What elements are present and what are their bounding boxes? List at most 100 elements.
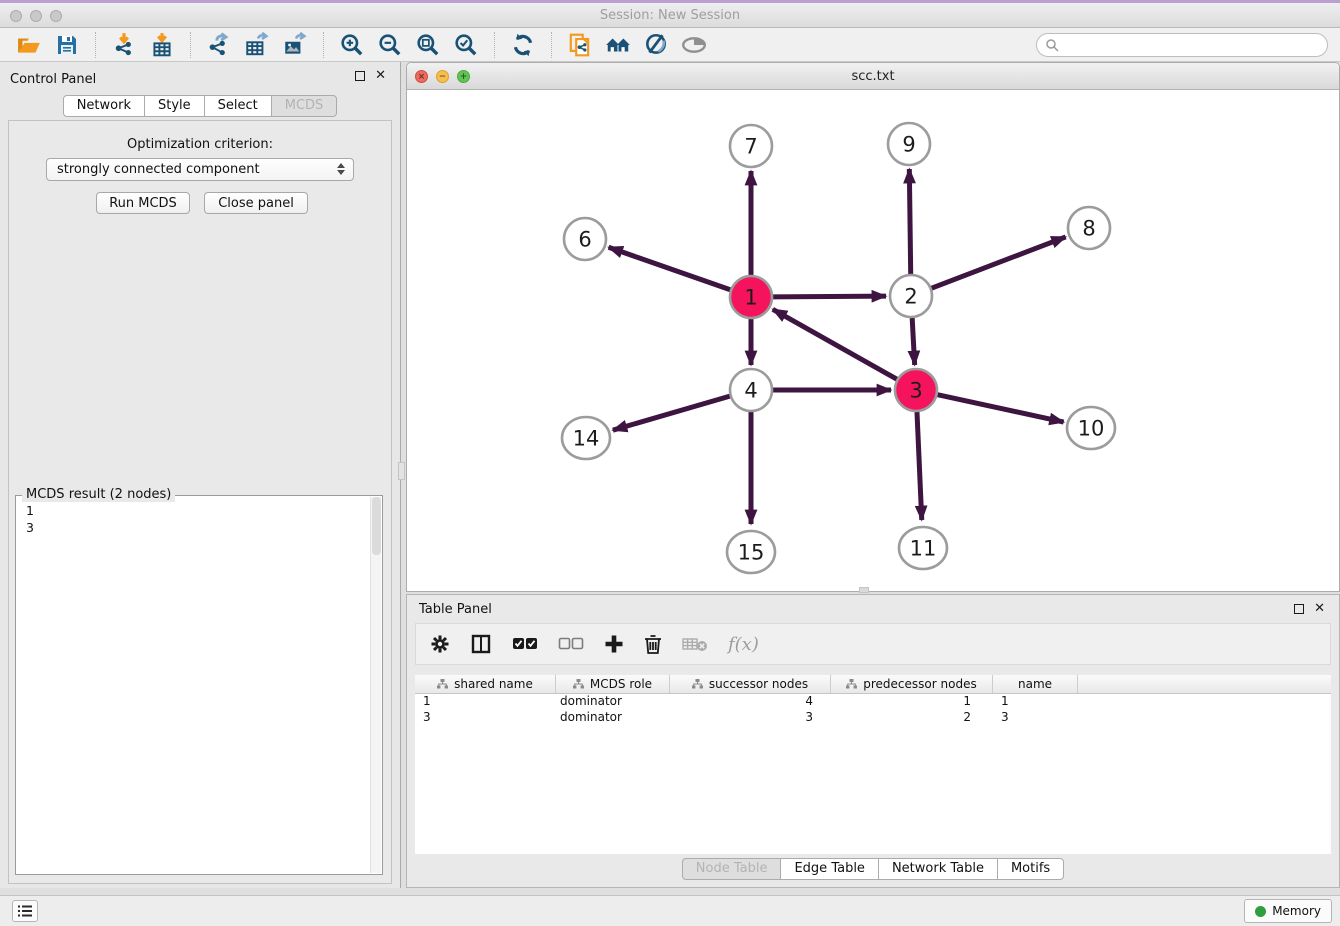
network-minimize-icon[interactable]: − bbox=[436, 70, 449, 83]
network-maximize-icon[interactable]: + bbox=[457, 70, 470, 83]
tab-motifs[interactable]: Motifs bbox=[997, 858, 1064, 880]
export-image-icon[interactable] bbox=[280, 31, 310, 59]
search-input[interactable] bbox=[1036, 33, 1328, 57]
edge-3-to-1[interactable] bbox=[773, 309, 897, 379]
float-panel-icon[interactable] bbox=[355, 71, 365, 81]
home-icon[interactable] bbox=[603, 31, 633, 59]
node-table: shared nameMCDS rolesuccessor nodesprede… bbox=[415, 675, 1331, 854]
tab-mcds[interactable]: MCDS bbox=[271, 95, 338, 117]
gear-icon[interactable] bbox=[430, 634, 450, 654]
network-node-11[interactable]: 11 bbox=[899, 527, 947, 569]
main-toolbar bbox=[0, 28, 1340, 62]
network-node-4[interactable]: 4 bbox=[730, 369, 772, 411]
task-history-button[interactable] bbox=[12, 900, 38, 922]
export-table-icon[interactable] bbox=[242, 31, 272, 59]
tab-node-table[interactable]: Node Table bbox=[682, 858, 782, 880]
zoom-window-button[interactable] bbox=[50, 10, 62, 22]
duplicate-network-icon[interactable] bbox=[565, 31, 595, 59]
titlebar: Session: New Session bbox=[0, 3, 1340, 28]
network-node-3[interactable]: 3 bbox=[895, 369, 937, 411]
network-node-14[interactable]: 14 bbox=[562, 417, 610, 459]
tab-edge-table[interactable]: Edge Table bbox=[780, 858, 878, 880]
close-table-panel-icon[interactable]: ✕ bbox=[1314, 604, 1325, 614]
node-label: 3 bbox=[909, 379, 922, 403]
open-folder-icon[interactable] bbox=[14, 31, 44, 59]
column-header-successor-nodes[interactable]: successor nodes bbox=[670, 675, 831, 693]
edge-3-to-10[interactable] bbox=[937, 395, 1063, 422]
edge-1-to-6[interactable] bbox=[609, 247, 731, 289]
table-tabs: Node TableEdge TableNetwork TableMotifs bbox=[407, 858, 1339, 880]
add-column-icon[interactable] bbox=[604, 634, 624, 654]
table-cell: dominator bbox=[556, 710, 670, 726]
control-panel: Control Panel ✕ NetworkStyleSelectMCDS O… bbox=[0, 62, 401, 888]
node-label: 14 bbox=[573, 427, 600, 451]
close-panel-icon[interactable]: ✕ bbox=[375, 71, 386, 81]
optimization-criterion-label: Optimization criterion: bbox=[9, 137, 391, 152]
table-row[interactable]: 3dominator323 bbox=[415, 710, 1331, 726]
run-mcds-button[interactable]: Run MCDS bbox=[96, 192, 190, 214]
export-network-icon[interactable] bbox=[204, 31, 234, 59]
save-icon[interactable] bbox=[52, 31, 82, 59]
column-header-shared-name[interactable]: shared name bbox=[415, 675, 556, 693]
column-header-name[interactable]: name bbox=[993, 675, 1078, 693]
close-panel-button[interactable]: Close panel bbox=[204, 192, 308, 214]
table-header-row: shared nameMCDS rolesuccessor nodesprede… bbox=[415, 675, 1331, 694]
split-columns-icon[interactable] bbox=[470, 633, 492, 655]
tab-network-table[interactable]: Network Table bbox=[878, 858, 998, 880]
tab-style[interactable]: Style bbox=[144, 95, 205, 117]
edge-3-to-11[interactable] bbox=[917, 412, 922, 520]
horizontal-splitter-handle[interactable] bbox=[859, 587, 869, 593]
network-node-6[interactable]: 6 bbox=[564, 218, 606, 260]
table-cell: 1 bbox=[415, 694, 556, 710]
table-row[interactable]: 1dominator411 bbox=[415, 694, 1331, 710]
zoom-selected-icon[interactable] bbox=[451, 31, 481, 59]
close-window-button[interactable] bbox=[10, 10, 22, 22]
edge-2-to-3[interactable] bbox=[912, 318, 915, 365]
result-scrollbar[interactable] bbox=[370, 497, 381, 873]
mcds-result-title: MCDS result (2 nodes) bbox=[22, 487, 175, 502]
network-close-icon[interactable]: × bbox=[415, 70, 428, 83]
float-table-panel-icon[interactable] bbox=[1294, 604, 1304, 614]
minimize-window-button[interactable] bbox=[30, 10, 42, 22]
edge-4-to-14[interactable] bbox=[613, 396, 730, 430]
network-node-7[interactable]: 7 bbox=[730, 125, 772, 167]
delete-table-icon[interactable] bbox=[682, 636, 708, 652]
network-canvas[interactable]: 7 9 6 8 1 2 4 3 14 10 15 11 bbox=[407, 90, 1339, 591]
edge-1-to-2[interactable] bbox=[773, 296, 886, 297]
memory-label: Memory bbox=[1272, 904, 1321, 918]
optimization-criterion-select[interactable]: strongly connected component bbox=[46, 158, 354, 181]
import-network-icon[interactable] bbox=[109, 31, 139, 59]
tab-select[interactable]: Select bbox=[204, 95, 272, 117]
network-window-titlebar[interactable]: × − + scc.txt bbox=[407, 63, 1339, 90]
zoom-out-icon[interactable] bbox=[375, 31, 405, 59]
mcds-result-list: 1 3 bbox=[16, 496, 382, 542]
function-builder-icon[interactable]: f(x) bbox=[728, 634, 759, 655]
network-node-10[interactable]: 10 bbox=[1067, 407, 1115, 449]
network-node-15[interactable]: 15 bbox=[727, 531, 775, 573]
column-header-predecessor-nodes[interactable]: predecessor nodes bbox=[831, 675, 993, 693]
import-table-icon[interactable] bbox=[147, 31, 177, 59]
node-label: 1 bbox=[744, 286, 757, 310]
toolbar-separator bbox=[494, 32, 495, 58]
zoom-in-icon[interactable] bbox=[337, 31, 367, 59]
status-bar: Memory bbox=[0, 895, 1340, 926]
paint-toggle-icon[interactable] bbox=[641, 31, 671, 59]
network-node-1[interactable]: 1 bbox=[730, 276, 772, 318]
mcds-tab-content: Optimization criterion: strongly connect… bbox=[8, 120, 392, 884]
network-node-8[interactable]: 8 bbox=[1068, 207, 1110, 249]
memory-button[interactable]: Memory bbox=[1244, 899, 1332, 923]
tab-network[interactable]: Network bbox=[63, 95, 145, 117]
edge-2-to-8[interactable] bbox=[932, 237, 1066, 288]
zoom-fit-icon[interactable] bbox=[413, 31, 443, 59]
network-node-2[interactable]: 2 bbox=[890, 275, 932, 317]
delete-column-icon[interactable] bbox=[644, 634, 662, 655]
eye-icon[interactable] bbox=[679, 31, 709, 59]
vertical-splitter-handle[interactable] bbox=[398, 462, 405, 480]
select-all-columns-icon[interactable] bbox=[512, 637, 538, 651]
edge-2-to-9[interactable] bbox=[909, 169, 910, 274]
network-node-9[interactable]: 9 bbox=[888, 123, 930, 165]
unselect-all-columns-icon[interactable] bbox=[558, 637, 584, 651]
column-header-MCDS-role[interactable]: MCDS role bbox=[556, 675, 670, 693]
refresh-layout-icon[interactable] bbox=[508, 31, 538, 59]
table-body: 1dominator4113dominator323 bbox=[415, 694, 1331, 726]
